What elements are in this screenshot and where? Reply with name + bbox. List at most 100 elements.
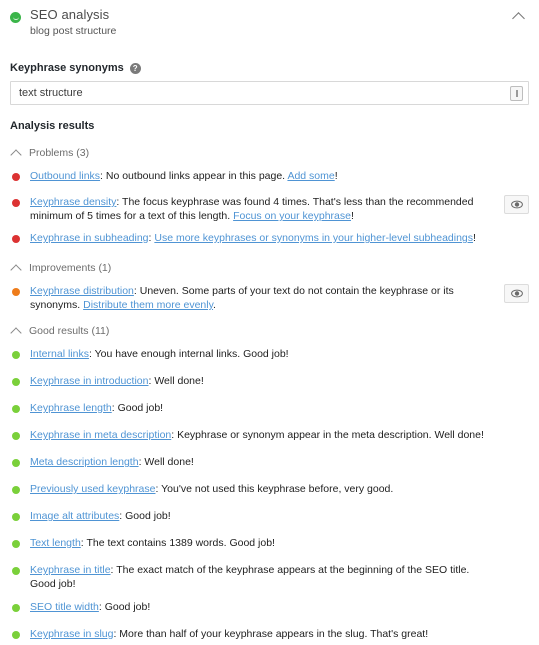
eye-icon — [510, 200, 523, 209]
list-item: Keyphrase in subheading: Use more keyphr… — [10, 231, 529, 249]
status-bullet-icon — [12, 486, 20, 494]
keyphrase-synonyms-input[interactable] — [11, 82, 528, 104]
chevron-up-icon — [511, 12, 525, 25]
status-bullet-icon — [12, 351, 20, 359]
result-text: Keyphrase in meta description: Keyphrase… — [30, 429, 484, 441]
result-link[interactable]: Add some — [287, 170, 334, 182]
list-item: SEO title width: Good job! — [10, 600, 529, 618]
list-item: Keyphrase in title: The exact match of t… — [10, 563, 529, 591]
result-link[interactable]: Image alt attributes — [30, 510, 119, 522]
list-item: Meta description length: Well done! — [10, 455, 529, 473]
panel-header: SEO analysis blog post structure — [0, 0, 539, 42]
result-link[interactable]: Keyphrase density — [30, 196, 116, 208]
result-link[interactable]: Meta description length — [30, 456, 139, 468]
result-link[interactable]: Text length — [30, 537, 81, 549]
analysis-group-problems: Problems (3) Outbound links: No outbound … — [0, 144, 539, 249]
list-item: Keyphrase in meta description: Keyphrase… — [10, 428, 529, 446]
mark-as-read-button[interactable] — [504, 195, 529, 214]
list-item: Outbound links: No outbound links appear… — [10, 169, 529, 187]
list-item: Image alt attributes: Good job! — [10, 509, 529, 527]
keyphrase-synonyms-field: Keyphrase synonyms ? — [0, 62, 539, 105]
result-link[interactable]: Previously used keyphrase — [30, 483, 155, 495]
group-label-improvements: Improvements (1) — [29, 262, 112, 274]
result-link[interactable]: Keyphrase distribution — [30, 285, 134, 297]
list-item: Keyphrase length: Good job! — [10, 401, 529, 419]
result-text: Previously used keyphrase: You've not us… — [30, 483, 394, 495]
result-link[interactable]: Internal links — [30, 348, 89, 360]
result-list-good: Internal links: You have enough internal… — [10, 347, 529, 645]
seo-analysis-panel: SEO analysis blog post structure Keyphra… — [0, 0, 539, 640]
analysis-group-good: Good results (11) Internal links: You hav… — [0, 322, 539, 645]
group-toggle-improvements[interactable]: Improvements (1) — [10, 259, 529, 277]
result-text: Keyphrase in slug: More than half of you… — [30, 628, 429, 640]
chevron-up-icon — [10, 263, 22, 276]
result-link[interactable]: SEO title width — [30, 601, 99, 613]
analysis-results-heading: Analysis results — [10, 120, 95, 132]
result-link[interactable]: Keyphrase length — [30, 402, 112, 414]
group-toggle-good[interactable]: Good results (11) — [10, 322, 529, 340]
status-bullet-icon — [12, 199, 20, 207]
result-link[interactable]: Keyphrase in subheading — [30, 232, 149, 244]
analysis-group-improvements: Improvements (1) Keyphrase distribution: … — [0, 259, 539, 312]
list-item: Text length: The text contains 1389 word… — [10, 536, 529, 554]
page-title: SEO analysis — [30, 7, 110, 22]
smiley-green-icon — [10, 12, 21, 23]
chevron-up-icon — [10, 148, 22, 161]
result-link[interactable]: Keyphrase in title — [30, 564, 111, 576]
status-bullet-icon — [12, 604, 20, 612]
list-item: Keyphrase in introduction: Well done! — [10, 374, 529, 392]
status-bullet-icon — [12, 173, 20, 181]
status-bullet-icon — [12, 235, 20, 243]
result-link[interactable]: Use more keyphrases or synonyms in your … — [154, 232, 473, 244]
panel-subtitle: blog post structure — [30, 24, 117, 37]
result-link[interactable]: Distribute them more evenly — [83, 299, 213, 311]
result-list-problems: Outbound links: No outbound links appear… — [10, 169, 529, 249]
result-text: Image alt attributes: Good job! — [30, 510, 171, 522]
result-text: Meta description length: Well done! — [30, 456, 194, 468]
result-link[interactable]: Keyphrase in introduction — [30, 375, 149, 387]
status-bullet-icon — [12, 459, 20, 467]
group-label-problems: Problems (3) — [29, 147, 90, 159]
result-text: Keyphrase length: Good job! — [30, 402, 164, 414]
status-bullet-icon — [12, 405, 20, 413]
keyphrase-synonyms-input-wrap — [10, 81, 529, 105]
text-cursor-icon[interactable] — [510, 86, 523, 101]
help-question-icon[interactable]: ? — [129, 62, 141, 74]
list-item: Keyphrase density: The focus keyphrase w… — [10, 195, 529, 223]
list-item: Previously used keyphrase: You've not us… — [10, 482, 529, 500]
eye-icon — [510, 289, 523, 298]
status-bullet-icon — [12, 432, 20, 440]
mark-as-read-button[interactable] — [504, 284, 529, 303]
result-link[interactable]: Keyphrase in meta description — [30, 429, 171, 441]
status-bullet-icon — [12, 540, 20, 548]
list-item: Internal links: You have enough internal… — [10, 347, 529, 365]
analysis-groups: Problems (3) Outbound links: No outbound … — [0, 144, 539, 645]
status-bullet-icon — [12, 378, 20, 386]
status-bullet-icon — [12, 567, 20, 575]
list-item: Keyphrase distribution: Uneven. Some par… — [10, 284, 529, 312]
status-bullet-icon — [12, 631, 20, 639]
result-text: SEO title width: Good job! — [30, 601, 151, 613]
result-list-improvements: Keyphrase distribution: Uneven. Some par… — [10, 284, 529, 312]
list-item: Keyphrase in slug: More than half of you… — [10, 627, 529, 645]
keyphrase-synonyms-label: Keyphrase synonyms — [10, 62, 124, 74]
collapse-panel-button[interactable] — [507, 8, 529, 26]
result-text: Keyphrase in subheading: Use more keyphr… — [30, 232, 476, 244]
result-text: Keyphrase distribution: Uneven. Some par… — [30, 285, 454, 311]
result-text: Internal links: You have enough internal… — [30, 348, 289, 360]
result-text: Keyphrase in title: The exact match of t… — [30, 564, 470, 590]
keyphrase-synonyms-label-row: Keyphrase synonyms ? — [10, 62, 529, 74]
status-bullet-icon — [12, 288, 20, 296]
panel-header-texts: SEO analysis blog post structure — [30, 7, 117, 37]
group-label-good: Good results (11) — [29, 325, 110, 337]
group-toggle-problems[interactable]: Problems (3) — [10, 144, 529, 162]
chevron-up-icon — [10, 326, 22, 339]
result-text: Keyphrase in introduction: Well done! — [30, 375, 204, 387]
result-link[interactable]: Keyphrase in slug — [30, 628, 113, 640]
result-link[interactable]: Outbound links — [30, 170, 100, 182]
result-link[interactable]: Focus on your keyphrase — [233, 210, 351, 222]
status-bullet-icon — [12, 513, 20, 521]
result-text: Outbound links: No outbound links appear… — [30, 170, 338, 182]
result-text: Keyphrase density: The focus keyphrase w… — [30, 196, 474, 222]
result-text: Text length: The text contains 1389 word… — [30, 537, 275, 549]
